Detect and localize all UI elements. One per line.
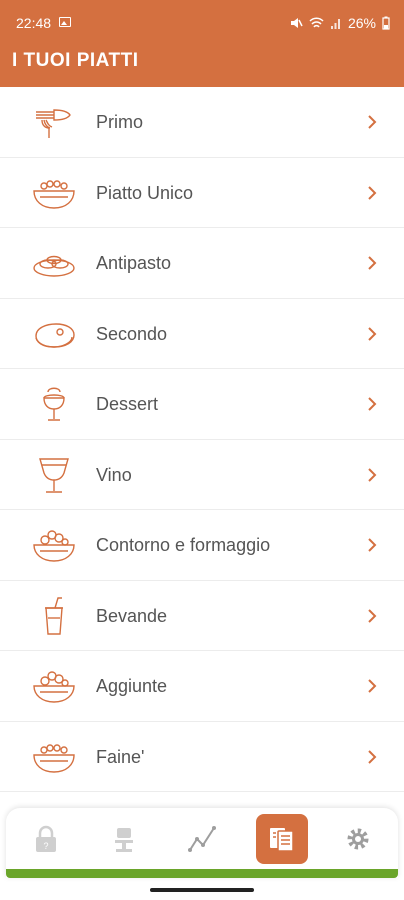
- appetizer-plate-icon: [33, 255, 75, 277]
- salad-bowl-icon: [33, 671, 75, 703]
- list-item[interactable]: Primo: [0, 87, 404, 158]
- chevron-right-icon: [368, 115, 377, 129]
- wine-glass-icon: [39, 457, 69, 493]
- chevron-right-icon: [368, 397, 377, 411]
- chevron-right-icon: [368, 185, 377, 200]
- category-list: Primo Piatto Unico Antipasto Secondo Des…: [0, 87, 404, 792]
- top-bar: 22:48 26% I TUOI PIATTI: [0, 0, 404, 87]
- page-title: I TUOI PIATTI: [12, 50, 139, 71]
- image-notification-icon: [59, 17, 71, 27]
- list-item[interactable]: Antipasto: [0, 228, 404, 299]
- list-item-label: Primo: [96, 112, 144, 132]
- list-item-label: Bevande: [96, 605, 168, 626]
- list-item[interactable]: Dessert: [0, 369, 404, 440]
- pasta-fork-icon: [36, 109, 71, 138]
- list-item-label: Vino: [96, 464, 132, 485]
- chevron-right-icon: [368, 467, 377, 482]
- list-item[interactable]: Bevande: [0, 581, 404, 651]
- chevron-right-icon: [368, 326, 377, 341]
- list-item[interactable]: Piatto Unico: [0, 158, 404, 228]
- svg-text:?: ?: [43, 841, 48, 851]
- signal-icon: [330, 18, 340, 29]
- salad-bowl-icon: [33, 530, 75, 562]
- drink-cup-icon: [45, 596, 63, 635]
- chef-hat-icon: [115, 828, 133, 852]
- chevron-right-icon: [368, 538, 377, 552]
- battery-icon: [382, 16, 390, 30]
- status-bar: 22:48 26%: [0, 0, 404, 44]
- list-item-label: Secondo: [96, 323, 168, 344]
- menu-card-icon: [270, 828, 294, 852]
- chevron-right-icon: [368, 256, 377, 270]
- list-item[interactable]: Contorno e formaggio: [0, 510, 404, 581]
- home-indicator[interactable]: [150, 888, 254, 892]
- list-item-label: Contorno e formaggio: [96, 535, 271, 555]
- list-item-label: Faine': [96, 746, 145, 767]
- status-time: 22:48: [16, 15, 52, 31]
- list-item-label: Aggiunte: [96, 676, 168, 696]
- steak-icon: [35, 322, 75, 348]
- chevron-right-icon: [368, 608, 377, 623]
- chevron-right-icon: [368, 749, 377, 764]
- lock-icon: ?: [36, 825, 56, 852]
- list-item[interactable]: Faine': [0, 722, 404, 792]
- list-item[interactable]: Vino: [0, 440, 404, 510]
- wifi-icon: [309, 16, 324, 28]
- nav-settings[interactable]: [332, 814, 384, 864]
- list-item[interactable]: Aggiunte: [0, 651, 404, 722]
- nav-chef[interactable]: [98, 814, 150, 864]
- gear-icon: [347, 828, 369, 850]
- dessert-cup-icon: [43, 387, 65, 421]
- bowl-icon: [33, 179, 75, 209]
- mute-icon: [290, 18, 303, 28]
- chevron-right-icon: [368, 679, 377, 693]
- list-item-label: Antipasto: [96, 253, 172, 273]
- nav-stats[interactable]: [176, 814, 228, 864]
- list-item[interactable]: Secondo: [0, 299, 404, 369]
- bowl-icon: [33, 743, 75, 773]
- accent-bar: [6, 869, 398, 878]
- list-item-label: Dessert: [96, 394, 159, 414]
- list-item-label: Piatto Unico: [96, 182, 194, 203]
- bottom-navigation: ?: [6, 808, 398, 878]
- nav-lock[interactable]: ?: [20, 814, 72, 864]
- battery-level: 26%: [347, 15, 376, 31]
- nav-menu[interactable]: [256, 814, 308, 864]
- chart-line-icon: [188, 826, 216, 852]
